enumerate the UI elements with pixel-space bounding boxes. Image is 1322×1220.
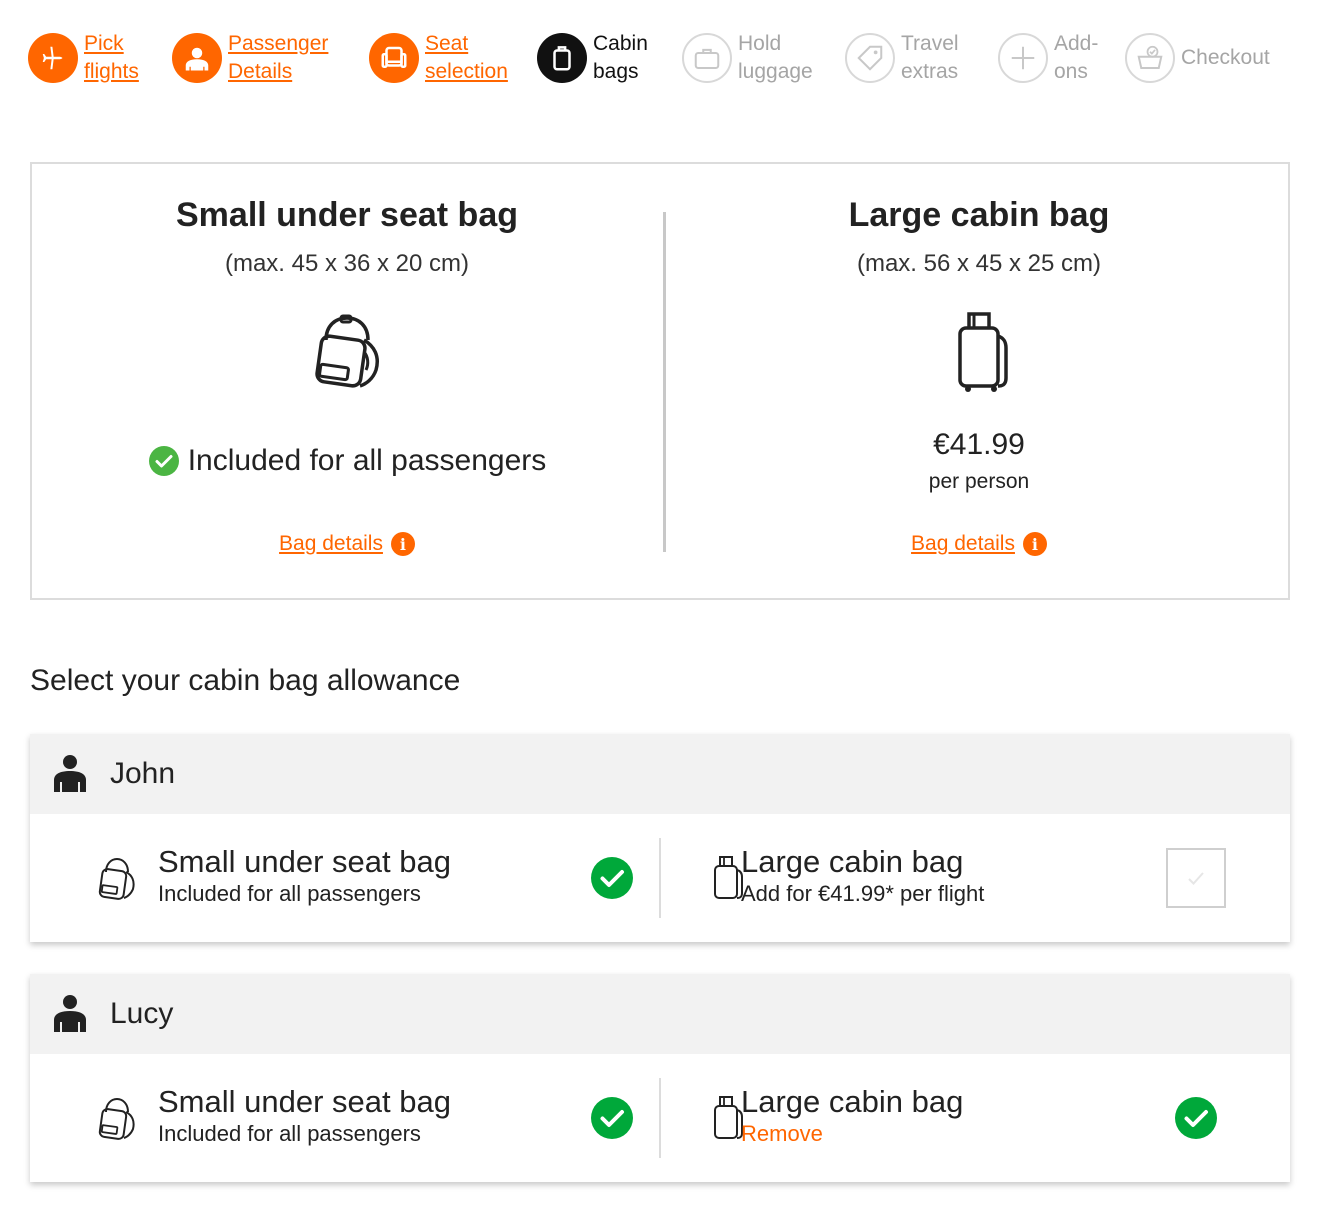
passenger-card-lucy: Lucy Small under seat bag Included for a… [30, 974, 1290, 1182]
large-bag-title: Large cabin bag [848, 196, 1110, 234]
large-bag-option: Large cabin bag Remove [660, 1054, 1290, 1182]
basket-icon [1125, 33, 1175, 83]
check-mark-icon [1188, 872, 1204, 885]
info-icon[interactable]: i [1022, 532, 1047, 556]
large-bag-option: Large cabin bag Add for €41.99* per flig… [660, 814, 1290, 942]
tag-icon [845, 33, 895, 83]
suitcase-icon [537, 33, 587, 83]
progress-stepper: Pick flights Passenger Details Seat selecti… [28, 28, 1294, 88]
remove-large-bag-link[interactable]: Remove [741, 1120, 963, 1148]
backpack-icon [98, 857, 135, 900]
backpack-icon [302, 306, 392, 396]
plus-icon [998, 33, 1048, 83]
step-add-ons: Add-ons [998, 28, 1098, 88]
check-circle-icon[interactable] [1174, 1096, 1218, 1140]
step-label: Checkout [1181, 46, 1270, 69]
passenger-options: Small under seat bag Included for all pa… [30, 1054, 1290, 1182]
small-bag-title: Small under seat bag [176, 196, 518, 234]
small-bag-option: Small under seat bag Included for all pa… [30, 814, 660, 942]
allowance-heading: Select your cabin bag allowance [30, 664, 461, 697]
bag-comparison-panel: Small under seat bag (max. 45 x 36 x 20 … [30, 162, 1290, 600]
step-passenger-details[interactable]: Passenger Details [172, 28, 328, 88]
step-label: Seat selection [425, 32, 508, 83]
passenger-header: Lucy [30, 974, 1290, 1054]
bag-details-link[interactable]: Bag details [911, 532, 1015, 556]
step-label: Cabin bags [593, 32, 648, 83]
step-label: Add-ons [1054, 32, 1099, 83]
step-label: Travel extras [901, 32, 959, 83]
trolley-bag-icon [934, 306, 1024, 396]
passenger-icon [54, 995, 86, 1032]
large-bag-price: €41.99 [933, 428, 1025, 461]
check-circle-icon [148, 446, 179, 476]
step-label: Pick flights [84, 32, 139, 83]
check-circle-icon [591, 857, 633, 899]
price-unit: per person [928, 470, 1030, 493]
seat-icon [369, 33, 419, 83]
step-pick-flights[interactable]: Pick flights [28, 28, 139, 88]
hold-luggage-icon [682, 33, 732, 83]
small-bag-option: Small under seat bag Included for all pa… [30, 1054, 660, 1182]
step-label: Hold luggage [738, 32, 813, 83]
small-bag-details: Bag details i [32, 532, 662, 556]
plane-icon [28, 33, 78, 83]
step-label: Passenger Details [228, 32, 329, 83]
passenger-icon [54, 755, 86, 792]
bag-details-link[interactable]: Bag details [279, 532, 383, 556]
option-text: Small under seat bag Included for all pa… [158, 1084, 451, 1146]
passenger-name: John [110, 757, 176, 790]
option-text: Large cabin bag Remove [741, 1084, 964, 1148]
option-text: Large cabin bag Add for €41.99* per flig… [741, 844, 985, 906]
person-icon [172, 33, 222, 83]
passenger-name: Lucy [110, 997, 174, 1030]
step-seat-selection[interactable]: Seat selection [369, 28, 508, 88]
backpack-icon [98, 1097, 135, 1140]
option-text: Small under seat bag Included for all pa… [158, 844, 451, 906]
step-travel-extras: Travel extras [845, 28, 959, 88]
add-large-bag-checkbox[interactable] [1166, 848, 1226, 908]
small-bag-column: Small under seat bag (max. 45 x 36 x 20 … [32, 164, 662, 598]
info-icon[interactable]: i [390, 532, 415, 556]
passenger-options: Small under seat bag Included for all pa… [30, 814, 1290, 942]
large-bag-column: Large cabin bag (max. 56 x 45 x 25 cm) €… [664, 164, 1294, 598]
step-cabin-bags[interactable]: Cabin bags [537, 28, 648, 88]
step-hold-luggage: Hold luggage [682, 28, 813, 88]
large-bag-details: Bag details i [664, 532, 1294, 556]
large-bag-dimensions: (max. 56 x 45 x 25 cm) [856, 250, 1102, 277]
passenger-card-john: John Small under seat bag Included for a… [30, 734, 1290, 942]
step-checkout: Checkout [1125, 28, 1270, 88]
included-note: Included for all passengers [32, 444, 662, 478]
small-bag-dimensions: (max. 45 x 36 x 20 cm) [224, 250, 470, 277]
passenger-header: John [30, 734, 1290, 814]
check-circle-icon [591, 1097, 633, 1139]
